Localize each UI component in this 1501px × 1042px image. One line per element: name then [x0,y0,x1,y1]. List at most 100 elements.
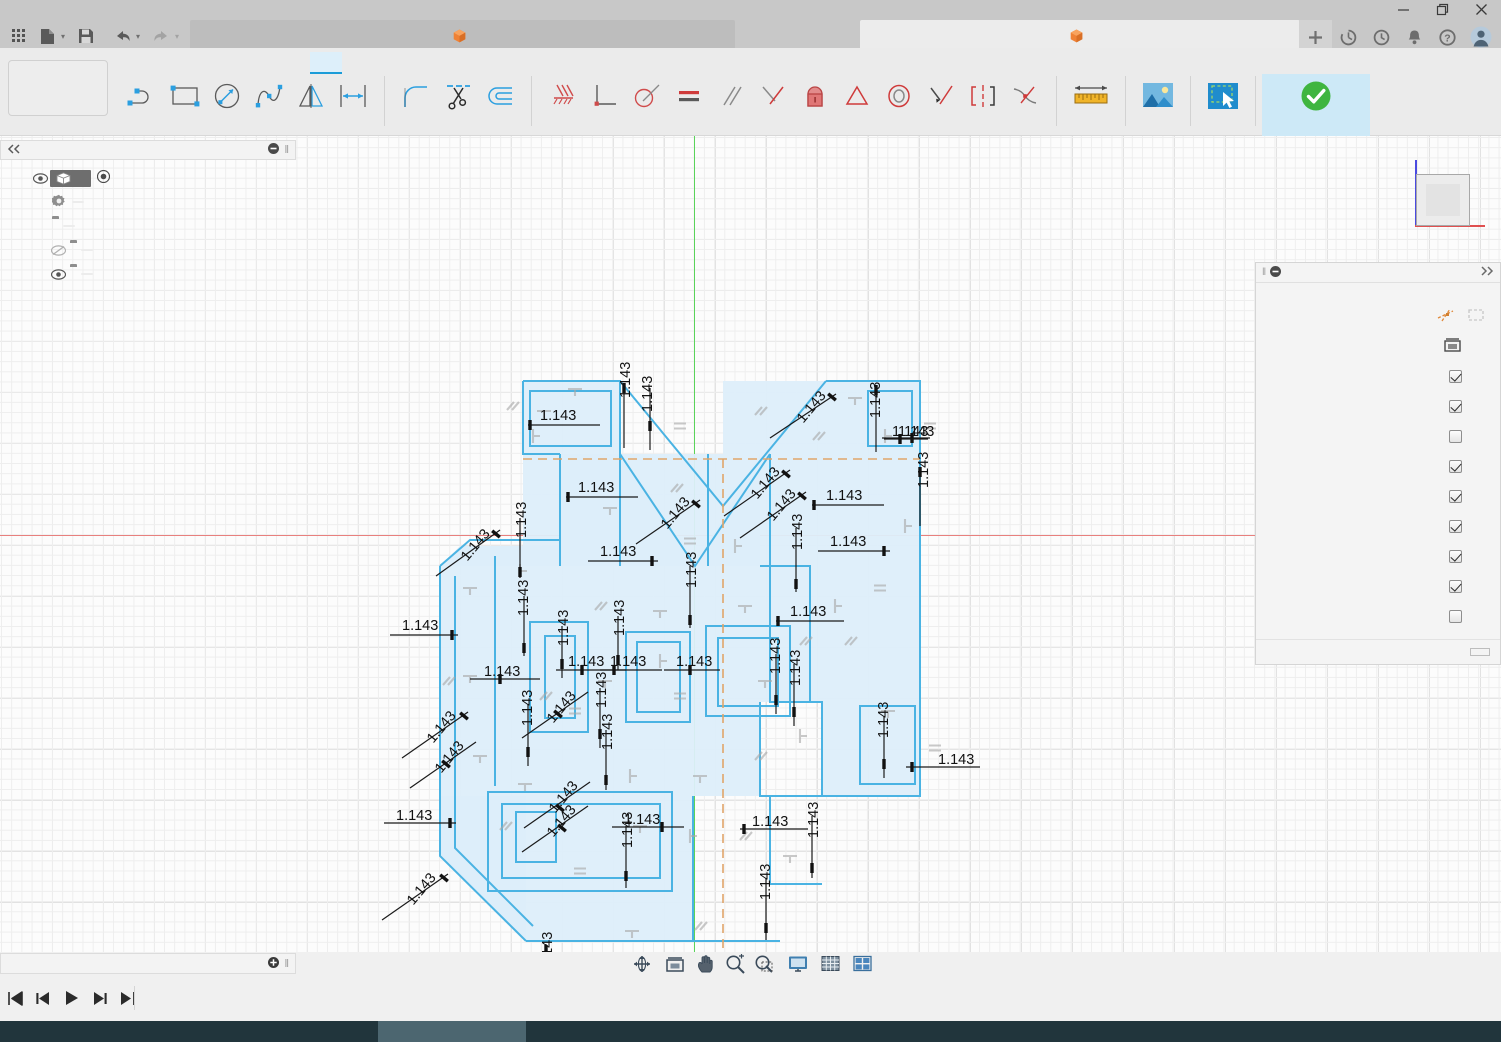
finish-sketch-palette-button[interactable] [1470,648,1490,656]
undo-caret[interactable]: ▾ [136,32,140,41]
horizontal-vertical-icon[interactable] [920,74,962,118]
line-icon[interactable] [122,74,164,118]
new-document-caret[interactable]: ▾ [61,32,65,41]
insert-button[interactable] [1132,74,1184,136]
3d-sketch-checkbox[interactable] [1449,610,1462,623]
redo-caret[interactable]: ▾ [175,32,179,41]
slice-checkbox[interactable] [1449,430,1462,443]
dimension-icon[interactable] [332,74,374,118]
rectangle-icon[interactable] [164,74,206,118]
fillet-icon[interactable] [395,74,437,118]
select-button[interactable] [1197,74,1249,136]
offset-icon[interactable] [479,74,521,118]
tab-sheet-metal[interactable] [214,52,246,74]
undo-icon[interactable] [109,21,135,51]
sketch-grid-checkbox[interactable] [1449,370,1462,383]
symmetry-icon[interactable] [962,74,1004,118]
tab-solid[interactable] [118,52,150,74]
finish-sketch-button[interactable] [1262,74,1370,136]
fusion360-window: ▾ ▾ [0,0,1501,1042]
comments-panel-header[interactable]: ‖ [0,953,296,974]
tangent-icon[interactable] [626,74,668,118]
show-points-checkbox[interactable] [1449,490,1462,503]
display-settings-icon[interactable] [786,952,813,976]
browser-item-origin[interactable] [14,238,296,262]
tab-mesh[interactable] [182,52,214,74]
minimize-button[interactable] [1384,0,1423,18]
taskbar-active-window[interactable] [378,1021,526,1042]
look-at-icon[interactable] [1443,336,1462,356]
play-icon[interactable] [60,984,82,1012]
apps-grid-icon[interactable] [6,21,32,51]
minus-circle-icon[interactable] [268,143,279,157]
browser-item-named-views[interactable] [14,214,296,238]
show-profile-checkbox[interactable] [1449,460,1462,473]
browser-radio-icon[interactable] [97,170,110,186]
workspace-switcher-button[interactable] [8,60,108,116]
step-back-icon[interactable] [32,984,54,1012]
browser-item-document-settings[interactable] [14,190,296,214]
perpendicular-icon[interactable] [584,74,626,118]
orbit-icon[interactable] [630,952,657,976]
browser-header-controls: ‖ [268,143,289,157]
palette-row-snap [1256,391,1500,421]
show-projected-geometries-checkbox[interactable] [1449,580,1462,593]
snap-checkbox[interactable] [1449,400,1462,413]
coincident-icon[interactable] [752,74,794,118]
maximize-button[interactable] [1423,0,1462,18]
eye-icon[interactable] [48,269,68,280]
collinear-icon[interactable] [668,74,710,118]
document-tab-close-icon[interactable] [1278,30,1290,42]
tab-surface[interactable] [150,52,182,74]
parallel-icon[interactable] [710,74,752,118]
expand-right-icon[interactable] [1480,266,1494,279]
trim-icon[interactable] [437,74,479,118]
sketch-palette-body [1256,283,1500,639]
midpoint-icon[interactable] [794,74,836,118]
spline-icon[interactable] [248,74,290,118]
zoom-icon[interactable] [723,952,748,976]
equal-icon[interactable] [836,74,878,118]
eye-icon[interactable] [30,173,50,184]
minus-circle-icon[interactable] [1270,266,1281,280]
inspect-button[interactable] [1063,74,1119,136]
look-at-icon[interactable] [663,952,687,976]
show-dimensions-checkbox[interactable] [1449,520,1462,533]
view-cube-front-face[interactable] [1416,174,1470,226]
pan-icon[interactable] [693,952,717,976]
save-icon[interactable] [73,21,99,51]
tab-plastic[interactable] [246,52,278,74]
centerline-icon[interactable] [1466,307,1486,326]
circle-icon[interactable] [206,74,248,118]
fix-constraint-icon[interactable] [542,74,584,118]
options-section-header[interactable] [1256,289,1500,301]
jump-to-beginning-icon[interactable] [4,984,26,1012]
redo-icon[interactable] [148,21,174,51]
step-forward-icon[interactable] [88,984,110,1012]
browser-item-unsaved[interactable] [14,166,296,190]
svg-text:?: ? [1444,32,1450,44]
mirror-icon[interactable] [290,74,332,118]
construction-line-icon[interactable] [1436,307,1456,326]
collapse-left-icon[interactable] [7,143,21,157]
document-tab-close-icon[interactable] [713,30,725,42]
close-button[interactable] [1462,0,1501,18]
tab-utilities[interactable] [278,52,310,74]
plus-circle-icon[interactable] [268,957,279,971]
show-constraints-checkbox[interactable] [1449,550,1462,563]
eye-off-icon[interactable] [48,245,68,256]
palette-row-slice [1256,421,1500,451]
new-document-icon[interactable] [34,21,60,51]
browser-resize-grip[interactable]: ‖ [284,144,289,156]
zoom-window-icon[interactable] [752,952,780,976]
comments-resize-grip[interactable]: ‖ [284,958,289,970]
view-cube[interactable] [1391,148,1483,246]
curvature-icon[interactable] [1004,74,1046,118]
browser-item-sketches[interactable] [14,262,296,286]
tab-sketch[interactable] [310,52,342,74]
palette-grip-icon[interactable]: ‖ [1262,267,1266,278]
concentric-icon[interactable] [878,74,920,118]
grid-snap-icon[interactable] [819,952,845,976]
palette-row-show-constraints [1256,541,1500,571]
viewports-icon[interactable] [851,952,877,976]
